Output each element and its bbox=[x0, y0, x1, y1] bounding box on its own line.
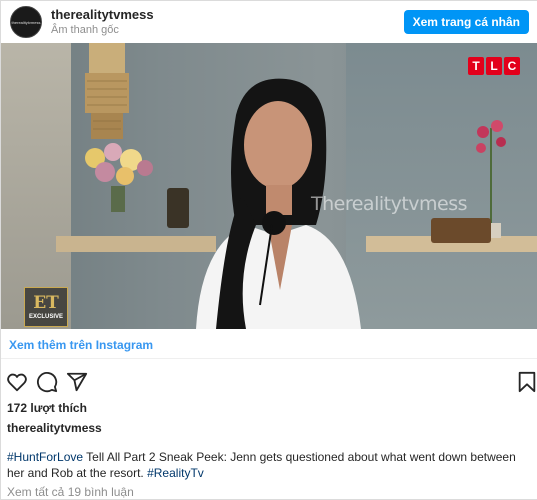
header-username[interactable]: therealitytvmess bbox=[51, 7, 154, 23]
network-logo-letter: L bbox=[486, 57, 502, 75]
action-bar bbox=[6, 371, 537, 393]
caption-username[interactable]: therealitytvmess bbox=[7, 421, 102, 435]
view-profile-button[interactable]: Xem trang cá nhân bbox=[403, 10, 529, 34]
planter-box bbox=[431, 218, 491, 243]
avatar-text: therealitytvmess bbox=[11, 19, 41, 25]
divider bbox=[1, 358, 537, 359]
like-count[interactable]: 172 lượt thích bbox=[7, 401, 87, 415]
network-logo-letter: T bbox=[468, 57, 484, 75]
hashtag-link[interactable]: #HuntForLove bbox=[7, 450, 83, 464]
et-logo-mark: ET bbox=[33, 292, 59, 313]
instagram-embed: therealitytvmess therealitytvmess Âm tha… bbox=[0, 0, 537, 500]
et-logo-sub: EXCLUSIVE bbox=[28, 313, 63, 320]
share-icon[interactable] bbox=[66, 371, 88, 393]
audio-subtitle[interactable]: Âm thanh gốc bbox=[51, 23, 154, 37]
header-text: therealitytvmess Âm thanh gốc bbox=[51, 7, 154, 37]
comment-icon[interactable] bbox=[36, 371, 58, 393]
hashtag-link[interactable]: #RealityTv bbox=[147, 466, 204, 480]
post-header: therealitytvmess therealitytvmess Âm tha… bbox=[1, 1, 537, 43]
video-watermark: Therealitytvmess bbox=[311, 193, 468, 215]
heart-icon[interactable] bbox=[6, 371, 28, 393]
wicker-lamp bbox=[85, 43, 129, 139]
caption-text: #HuntForLove Tell All Part 2 Sneak Peek:… bbox=[7, 449, 535, 481]
network-logo-letter: C bbox=[504, 57, 520, 75]
flower-bouquet bbox=[85, 143, 153, 212]
caption-body: Tell All Part 2 Sneak Peek: Jenn gets qu… bbox=[7, 450, 516, 480]
view-more-link[interactable]: Xem thêm trên Instagram bbox=[9, 338, 153, 352]
network-logo: T L C bbox=[468, 57, 520, 75]
bookmark-icon[interactable] bbox=[516, 371, 537, 393]
video-thumbnail[interactable]: T L C Therealitytvmess ET EXCLUSIVE bbox=[1, 43, 537, 329]
avatar[interactable]: therealitytvmess bbox=[10, 6, 42, 38]
et-exclusive-logo: ET EXCLUSIVE bbox=[24, 287, 68, 327]
view-comments-link[interactable]: Xem tất cả 19 bình luận bbox=[7, 485, 134, 499]
